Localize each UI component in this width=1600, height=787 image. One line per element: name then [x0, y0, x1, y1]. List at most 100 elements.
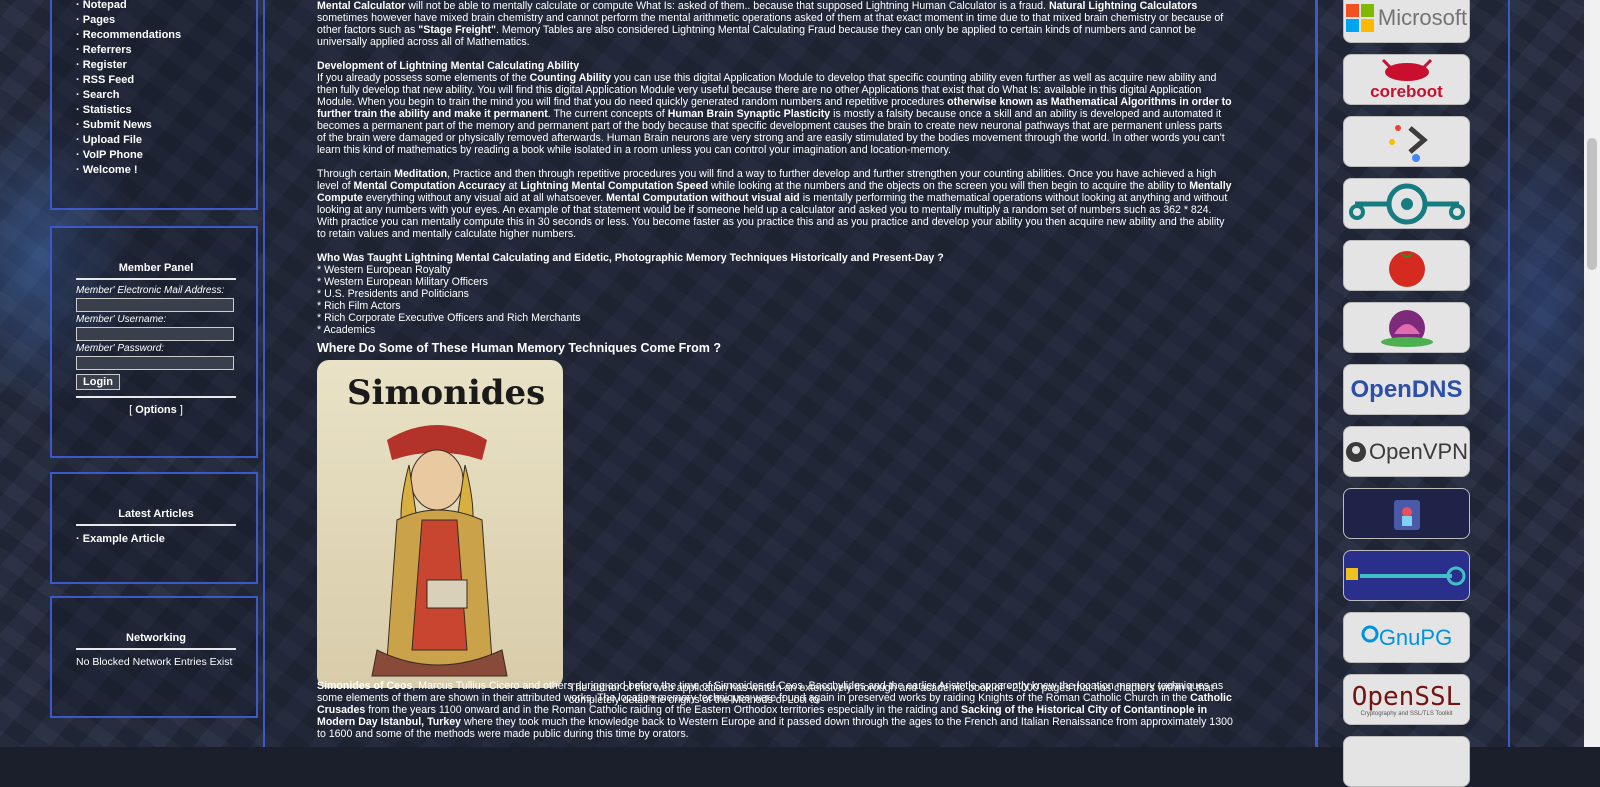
text: Through certain	[317, 168, 395, 180]
list-item: * Western European Royalty	[317, 264, 451, 276]
username-label: Member' Username:	[76, 314, 167, 325]
networking-title: Networking	[126, 632, 186, 644]
scrollbar-thumb[interactable]	[1587, 138, 1597, 270]
menu-item-search[interactable]: Search	[76, 88, 236, 103]
key-icon	[1346, 566, 1466, 585]
paragraph: Mental Calculator will not be able to me…	[317, 0, 1233, 48]
section-heading-where: Where Do Some of These Human Memory Tech…	[317, 341, 721, 355]
paragraph: If you already possess some elements of …	[317, 72, 1233, 156]
divider	[76, 524, 236, 526]
menu-item-register[interactable]: Register	[76, 58, 236, 73]
networking-status: No Blocked Network Entries Exist	[76, 656, 233, 668]
divider	[76, 278, 236, 280]
list-item: * U.S. Presidents and Politicians	[317, 288, 469, 300]
bold-text: Simonides of Ceos	[317, 680, 413, 692]
section-heading-development: Development of Lightning Mental Calculat…	[317, 60, 580, 72]
bold-text: Human Brain Synaptic Plasticity	[667, 108, 831, 120]
menu-item-submit-news[interactable]: Submit News	[76, 118, 236, 133]
portrait-caption: Simonides	[347, 373, 545, 413]
gnupg-text: GnuPG	[1378, 624, 1453, 650]
bold-text: Meditation	[394, 168, 448, 180]
text: , Marcus Tullius Cicero and others durin…	[317, 680, 1224, 704]
openvpn-text: OpenVPN	[1368, 438, 1469, 464]
vertical-scrollbar[interactable]	[1584, 0, 1600, 747]
list-item: * Rich Corporate Executive Officers and …	[317, 312, 581, 324]
navigation-menu: Notepad Pages Recommendations Referrers …	[76, 0, 236, 178]
email-field[interactable]	[76, 298, 234, 312]
text: at	[505, 180, 521, 192]
latest-articles-title: Latest Articles	[118, 508, 194, 520]
list-item: * Rich Film Actors	[317, 300, 401, 312]
opendns-logo[interactable]: OpenDNS	[1343, 364, 1470, 415]
options-link[interactable]: Options	[135, 404, 177, 416]
username-field[interactable]	[76, 327, 234, 341]
microsoft-logo[interactable]: Microsoft	[1343, 0, 1470, 43]
openssl-logo[interactable]: OpenSSL Cryptography and SSL/TLS Toolkit	[1343, 674, 1470, 725]
options-row: [ Options ]	[129, 404, 183, 416]
login-button[interactable]: Login	[76, 374, 120, 390]
text: everything without any visual aid at all…	[362, 192, 607, 204]
gnupg-logo[interactable]: GnuPG	[1343, 612, 1470, 663]
email-label: Member' Electronic Mail Address:	[76, 285, 225, 296]
bold-text: Mental Calculator	[317, 0, 406, 12]
menu-item-voip-phone[interactable]: VoIP Phone	[76, 148, 236, 163]
section-heading-who: Who Was Taught Lightning Mental Calculat…	[317, 252, 944, 264]
menu-item-welcome[interactable]: Welcome !	[76, 163, 236, 178]
lotus-logo[interactable]	[1343, 302, 1470, 353]
portrait-illustration-icon: Simonides	[347, 373, 545, 677]
article-link-example[interactable]: Example Article	[76, 532, 236, 547]
coreboot-logo[interactable]: coreboot	[1343, 54, 1470, 105]
openssl-text: OpenSSL	[1351, 681, 1462, 712]
networking-panel: Networking No Blocked Network Entries Ex…	[50, 596, 258, 718]
member-panel-title: Member Panel	[118, 262, 194, 274]
text: from the years 1100 onward and in the Ro…	[365, 704, 962, 716]
openssl-subtext: Cryptography and SSL/TLS Toolkit	[1360, 710, 1453, 717]
main-content-panel: Mental Calculator will not be able to me…	[263, 0, 1317, 747]
security-logo[interactable]	[1343, 488, 1470, 539]
menu-item-recommendations[interactable]: Recommendations	[76, 28, 236, 43]
navigation-menu-box: Notepad Pages Recommendations Referrers …	[50, 0, 258, 210]
rabbit-icon	[1381, 58, 1432, 81]
article-body: Mental Calculator will not be able to me…	[317, 0, 1233, 706]
opendns-text: OpenDNS	[1350, 375, 1463, 403]
divider	[76, 396, 236, 398]
gnupg-lock-icon	[1361, 625, 1379, 642]
password-field[interactable]	[76, 356, 234, 370]
member-panel: Member Panel Member' Electronic Mail Add…	[50, 226, 258, 458]
password-label: Member' Password:	[76, 343, 165, 354]
tomato-icon	[1388, 250, 1425, 287]
tomato-logo[interactable]	[1343, 240, 1470, 291]
openvpn-logo[interactable]: OpenVPN	[1343, 426, 1470, 477]
prompt-logo[interactable]	[1343, 116, 1470, 167]
list-item: * Western European Military Officers	[317, 276, 488, 288]
sponsor-column: Microsoft coreboot OpenDNS OpenVPN GnuPG…	[1316, 0, 1510, 787]
text: will not be able to mentally calculate o…	[405, 0, 1049, 12]
menu-item-notepad[interactable]: Notepad	[76, 0, 236, 13]
simonides-portrait-image: Simonides	[317, 360, 563, 688]
final-section: Simonides The author of this web applica…	[317, 360, 1233, 706]
coreboot-text: coreboot	[1370, 81, 1443, 101]
lotus-icon	[1380, 309, 1433, 347]
keys-logo[interactable]	[1343, 550, 1470, 601]
menu-item-upload-file[interactable]: Upload File	[76, 133, 236, 148]
text: while looking at the numbers and the obj…	[708, 180, 1190, 192]
text: If you already possess some elements of …	[317, 72, 530, 84]
divider	[76, 648, 236, 650]
bold-text: Counting Ability	[529, 72, 611, 84]
list-item: * Academics	[317, 324, 376, 336]
menu-item-rss-feed[interactable]: RSS Feed	[76, 73, 236, 88]
menu-item-statistics[interactable]: Statistics	[76, 103, 236, 118]
menu-item-referrers[interactable]: Referrers	[76, 43, 236, 58]
lineageos-logo[interactable]	[1343, 178, 1470, 229]
shield-lock-icon	[1393, 499, 1420, 530]
bold-text: Mental Computation Accuracy	[353, 180, 506, 192]
paragraph: Through certain Meditation, Practice and…	[317, 168, 1233, 240]
bold-text: Lightning Mental Computation Speed	[520, 180, 709, 192]
who-list: * Western European Royalty * Western Eur…	[317, 264, 1233, 336]
final-paragraph: Simonides of Ceos, Marcus Tullius Cicero…	[317, 680, 1233, 740]
latest-articles-panel: Latest Articles Example Article	[50, 472, 258, 584]
menu-item-pages[interactable]: Pages	[76, 13, 236, 28]
bold-text: "Stage Freight"	[418, 24, 497, 36]
bold-text: Mental Computation without visual aid	[606, 192, 800, 204]
sponsor-logo-partial[interactable]	[1343, 736, 1470, 787]
